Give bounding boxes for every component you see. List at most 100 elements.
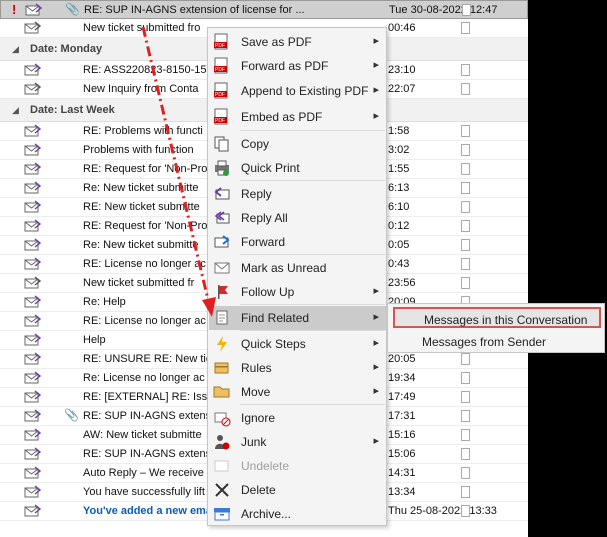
message-subject: RE: Problems with functi xyxy=(83,125,203,137)
menu-item-save-as-pdf[interactable]: PDF Save as PDF ▸ xyxy=(209,30,386,54)
menu-item-embed-as-pdf[interactable]: PDF Embed as PDF ▸ xyxy=(209,105,386,129)
menu-label: Forward as PDF xyxy=(241,59,329,73)
message-received-time: 15:06 xyxy=(388,448,416,460)
importance-icon: ! xyxy=(12,2,17,17)
pdf-icon: PDF xyxy=(213,82,231,100)
print-icon xyxy=(213,159,231,177)
envelope-reply-icon xyxy=(24,390,42,404)
message-subject: Problems with function xyxy=(83,144,194,156)
context-menu: PDF Save as PDF ▸ PDF Forward as PDF ▸ P… xyxy=(207,27,387,526)
message-subject: RE: UNSURE RE: New tick xyxy=(83,353,217,365)
menu-label: Quick Print xyxy=(241,161,300,175)
menu-item-follow-up[interactable]: Follow Up ▸ xyxy=(209,280,386,304)
menu-item-archive[interactable]: Archive... xyxy=(209,502,386,526)
cropped-region xyxy=(528,0,607,537)
chevron-right-icon: ▸ xyxy=(373,35,379,47)
menu-item-quick-steps[interactable]: Quick Steps ▸ xyxy=(209,332,386,356)
menu-item-forward[interactable]: Forward xyxy=(209,230,386,254)
chevron-right-icon: ▸ xyxy=(373,435,379,447)
menu-item-forward-as-pdf[interactable]: PDF Forward as PDF ▸ xyxy=(209,54,386,78)
flag-status-checkbox[interactable] xyxy=(461,182,470,194)
menu-label: Quick Steps xyxy=(241,337,306,351)
flag-status-checkbox[interactable] xyxy=(461,353,470,365)
message-row[interactable]: ! 📎 RE: SUP IN-AGNS extension of license f… xyxy=(0,0,528,19)
menu-label: Forward xyxy=(241,235,286,249)
message-received-time: 0:05 xyxy=(388,239,410,251)
menu-item-mark-as-unread[interactable]: Mark as Unread xyxy=(209,256,386,280)
flag-status-checkbox[interactable] xyxy=(461,429,470,441)
svg-text:PDF: PDF xyxy=(215,92,225,98)
menu-label: Ignore xyxy=(241,411,276,425)
menu-label: Undelete xyxy=(241,459,290,473)
menu-item-junk[interactable]: Junk ▸ xyxy=(209,430,386,454)
envelope-reply-icon xyxy=(24,466,42,480)
chevron-right-icon: ▸ xyxy=(373,337,379,349)
submenu-item-messages-from-sender[interactable]: Messages from Sender xyxy=(393,331,601,352)
message-subject: RE: New ticket submitte xyxy=(83,201,200,213)
submenu-item-messages-in-conversation[interactable]: Messages in this Conversation xyxy=(393,307,601,328)
flag-status-checkbox[interactable] xyxy=(461,372,470,384)
menu-item-rules[interactable]: Rules ▸ xyxy=(209,356,386,380)
message-received-time: 14:31 xyxy=(388,467,416,479)
reply-all-icon xyxy=(213,209,231,227)
flag-status-checkbox[interactable] xyxy=(461,277,470,289)
message-received-time: 00:46 xyxy=(388,22,416,34)
flag-status-checkbox[interactable] xyxy=(462,4,471,16)
message-received-time: 13:34 xyxy=(388,486,416,498)
flag-status-checkbox[interactable] xyxy=(461,410,470,422)
flag-status-checkbox[interactable] xyxy=(461,448,470,460)
flag-status-checkbox[interactable] xyxy=(461,239,470,251)
find-related-submenu: Messages in this Conversation Messages f… xyxy=(387,303,605,353)
menu-item-reply-all[interactable]: Reply All xyxy=(209,206,386,230)
flag-status-checkbox[interactable] xyxy=(461,258,470,270)
flag-status-checkbox[interactable] xyxy=(461,467,470,479)
flag-status-checkbox[interactable] xyxy=(461,220,470,232)
envelope-reply-icon xyxy=(24,63,42,77)
message-subject: Re: New ticket submitte xyxy=(83,239,199,251)
flag-status-checkbox[interactable] xyxy=(461,486,470,498)
flag-status-checkbox[interactable] xyxy=(461,64,470,76)
svg-text:PDF: PDF xyxy=(215,67,225,73)
flag-status-checkbox[interactable] xyxy=(461,83,470,95)
flag-status-checkbox[interactable] xyxy=(461,505,470,517)
message-subject: RE: [EXTERNAL] RE: Issue xyxy=(83,391,220,403)
svg-text:PDF: PDF xyxy=(215,43,225,49)
menu-item-quick-print[interactable]: Quick Print xyxy=(209,156,386,180)
envelope-reply-icon xyxy=(24,257,42,271)
envelope-reply-icon xyxy=(24,276,42,290)
message-subject: New Inquiry from Conta xyxy=(83,83,199,95)
envelope-reply-icon xyxy=(24,352,42,366)
message-received-time: 6:10 xyxy=(388,201,410,213)
menu-item-find-related[interactable]: Find Related ▸ xyxy=(209,306,386,330)
collapse-triangle-icon[interactable]: ◢ xyxy=(12,105,19,116)
flag-status-checkbox[interactable] xyxy=(461,125,470,137)
menu-item-copy[interactable]: Copy xyxy=(209,132,386,156)
flag-status-checkbox[interactable] xyxy=(461,144,470,156)
collapse-triangle-icon[interactable]: ◢ xyxy=(12,44,19,55)
flag-status-checkbox[interactable] xyxy=(461,201,470,213)
flag-status-checkbox[interactable] xyxy=(461,22,470,34)
message-received-time: 3:02 xyxy=(388,144,410,156)
envelope-reply-icon xyxy=(24,485,42,499)
message-received-time: 19:34 xyxy=(388,372,416,384)
menu-item-reply[interactable]: Reply xyxy=(209,182,386,206)
menu-item-move[interactable]: Move ▸ xyxy=(209,380,386,404)
forward-icon xyxy=(213,233,231,251)
envelope-reply-icon xyxy=(24,21,42,35)
flag-status-checkbox[interactable] xyxy=(461,163,470,175)
menu-item-append-to-existing-pdf[interactable]: PDF Append to Existing PDF ▸ xyxy=(209,79,386,103)
chevron-right-icon: ▸ xyxy=(373,110,379,122)
message-subject: RE: License no longer ac xyxy=(83,258,206,270)
chevron-right-icon: ▸ xyxy=(373,84,379,96)
envelope-reply-icon xyxy=(24,409,42,423)
envelope-reply-icon xyxy=(24,82,42,96)
menu-label: Copy xyxy=(241,137,270,151)
ignore-icon xyxy=(213,409,231,427)
menu-item-delete[interactable]: Delete xyxy=(209,478,386,502)
flag-status-checkbox[interactable] xyxy=(461,391,470,403)
menu-item-undelete[interactable]: Undelete xyxy=(209,454,386,478)
pdf-icon: PDF xyxy=(213,108,231,126)
message-received-time: 0:43 xyxy=(388,258,410,270)
envelope-reply-icon xyxy=(24,333,42,347)
menu-item-ignore[interactable]: Ignore xyxy=(209,406,386,430)
